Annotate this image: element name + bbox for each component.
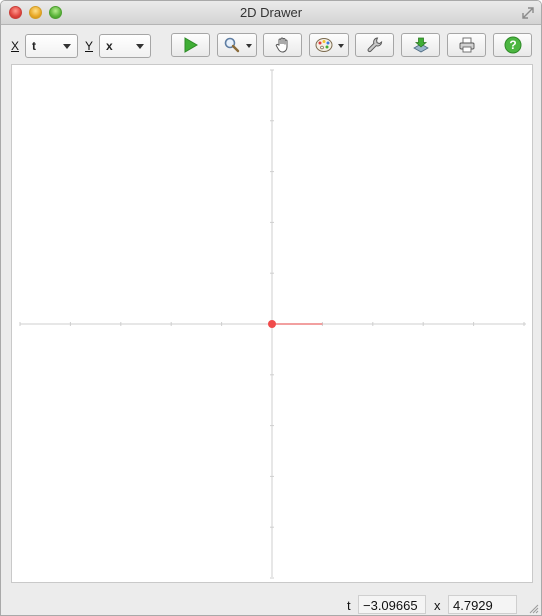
- chevron-down-icon: [246, 44, 252, 48]
- status-x-value: −3.09665: [358, 595, 426, 614]
- pan-button[interactable]: [263, 33, 302, 57]
- hand-icon: [275, 37, 287, 53]
- current-point-marker: [268, 320, 276, 328]
- status-y-value: 4.7929: [448, 595, 517, 614]
- palette-icon: [315, 38, 333, 52]
- resize-grip-icon[interactable]: [529, 604, 539, 614]
- toolbar: X t Y x ?: [1, 26, 541, 64]
- chevron-down-icon: [136, 44, 144, 49]
- x-axis-select[interactable]: t: [25, 34, 78, 58]
- x-axis-select-value: t: [32, 39, 36, 53]
- x-axis-label: X: [11, 39, 20, 53]
- export-button[interactable]: [401, 33, 440, 57]
- title-bar: 2D Drawer: [1, 1, 541, 25]
- y-axis-select[interactable]: x: [99, 34, 151, 58]
- y-axis-select-value: x: [106, 39, 113, 53]
- chevron-down-icon: [63, 44, 71, 49]
- status-y-label: x: [434, 598, 441, 613]
- zoom-button[interactable]: [217, 33, 257, 57]
- plot-svg: [19, 69, 526, 579]
- wrench-icon: [367, 37, 382, 53]
- chevron-down-icon: [338, 44, 344, 48]
- window-title: 2D Drawer: [239, 5, 303, 20]
- run-button[interactable]: [171, 33, 210, 57]
- svg-text:?: ?: [509, 38, 516, 52]
- help-icon: ?: [504, 36, 521, 54]
- status-bar: t −3.09665 x 4.7929: [1, 590, 541, 615]
- print-button[interactable]: [447, 33, 486, 57]
- play-icon: [184, 37, 198, 53]
- printer-icon: [459, 37, 474, 53]
- download-icon: [412, 37, 429, 53]
- plot-canvas[interactable]: [11, 64, 533, 583]
- palette-button[interactable]: [309, 33, 349, 57]
- fullscreen-icon[interactable]: [521, 6, 535, 20]
- status-x-label: t: [347, 598, 351, 613]
- y-axis-label: Y: [85, 39, 94, 53]
- app-window: 2D Drawer X t Y x ? t −3.09665 x 4.7929: [0, 0, 542, 616]
- help-button[interactable]: ?: [493, 33, 532, 57]
- magnifier-icon: [224, 37, 240, 53]
- settings-button[interactable]: [355, 33, 394, 57]
